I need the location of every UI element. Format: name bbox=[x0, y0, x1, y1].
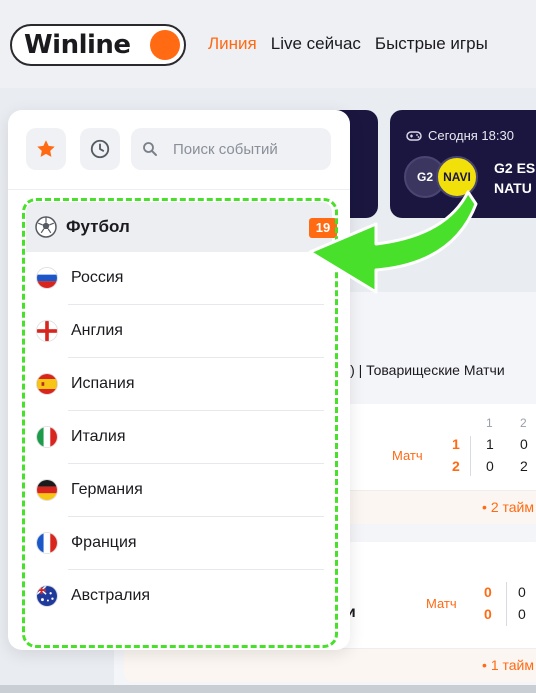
match-status: • 1 тайм bbox=[482, 657, 534, 673]
winline-logo[interactable]: Winline bbox=[10, 24, 186, 66]
country-label: Италия bbox=[71, 428, 126, 445]
gamepad-icon bbox=[406, 130, 422, 141]
team1-period1: 0 bbox=[518, 584, 526, 600]
team2-name: NATU bbox=[494, 180, 532, 196]
country-item-england[interactable]: Англия bbox=[26, 305, 332, 358]
country-list: Россия Англия Испания Италия Германия Фр… bbox=[26, 252, 332, 650]
favorites-button[interactable] bbox=[26, 128, 66, 170]
period-header-1: 1 bbox=[486, 416, 493, 430]
country-item-spain[interactable]: Испания bbox=[26, 358, 332, 411]
search-placeholder: Поиск событий bbox=[173, 141, 278, 158]
country-label: Франция bbox=[71, 534, 137, 551]
england-flag-icon bbox=[36, 320, 58, 342]
logo-text: Winline bbox=[24, 30, 131, 60]
team2-total: 2 bbox=[452, 458, 460, 474]
star-icon bbox=[37, 140, 55, 157]
italy-flag-icon bbox=[36, 426, 58, 448]
search-icon bbox=[143, 142, 157, 156]
team1-total: 0 bbox=[484, 584, 492, 600]
market-label[interactable]: Матч bbox=[392, 448, 423, 463]
country-item-france[interactable]: Франция bbox=[26, 517, 332, 570]
france-flag-icon bbox=[36, 532, 58, 554]
team2-period1: 0 bbox=[486, 458, 494, 474]
team2-total: 0 bbox=[484, 606, 492, 622]
sports-sidebar: Поиск событий Футбол 19 Россия Англия Ис… bbox=[8, 110, 350, 650]
top-header: Winline Линия Live сейчас Быстрые игры bbox=[0, 0, 536, 88]
nav-line[interactable]: Линия bbox=[208, 34, 257, 54]
event-count-badge: 19 bbox=[309, 218, 337, 238]
country-item-italy[interactable]: Италия bbox=[26, 411, 332, 464]
market-label[interactable]: Матч bbox=[426, 596, 457, 611]
country-item-russia[interactable]: Россия bbox=[26, 252, 332, 305]
history-button[interactable] bbox=[80, 128, 120, 170]
match-time-text: Сегодня 18:30 bbox=[428, 128, 514, 143]
team2-period1: 0 bbox=[518, 606, 526, 622]
russia-flag-icon bbox=[36, 267, 58, 289]
featured-match-card[interactable]: Сегодня 18:30 G2 NAVI G2 ES NATU bbox=[390, 110, 536, 218]
sidebar-toolbar: Поиск событий bbox=[8, 110, 350, 190]
country-label: Австралия bbox=[71, 587, 151, 604]
country-item-germany[interactable]: Германия bbox=[26, 464, 332, 517]
spain-flag-icon bbox=[36, 373, 58, 395]
period-header-2: 2 bbox=[520, 416, 527, 430]
match-time: Сегодня 18:30 bbox=[406, 128, 514, 143]
team1-name: G2 ES bbox=[494, 160, 536, 176]
logo-dot-icon bbox=[150, 30, 180, 60]
soccer-ball-icon bbox=[35, 216, 57, 238]
team2-logo: NAVI bbox=[436, 156, 478, 198]
score-divider bbox=[506, 582, 507, 626]
tournament-title[interactable]: ы) | Товарищеские Матчи bbox=[340, 362, 505, 378]
sport-label: Футбол bbox=[66, 217, 130, 236]
country-label: Испания bbox=[71, 375, 135, 392]
nav-live[interactable]: Live сейчас bbox=[271, 34, 361, 54]
country-label: Германия bbox=[71, 481, 143, 498]
team1-total: 1 bbox=[452, 436, 460, 452]
search-box[interactable]: Поиск событий bbox=[131, 128, 331, 170]
match-status: • 2 тайм bbox=[482, 499, 534, 515]
country-item-australia[interactable]: Австралия bbox=[26, 570, 332, 623]
main-nav: Линия Live сейчас Быстрые игры bbox=[208, 34, 488, 54]
sport-item-football[interactable]: Футбол 19 bbox=[26, 202, 337, 252]
team2-period2: 2 bbox=[520, 458, 528, 474]
nav-fast-games[interactable]: Быстрые игры bbox=[375, 34, 488, 54]
team1-period1: 1 bbox=[486, 436, 494, 452]
country-label: Англия bbox=[71, 322, 123, 339]
event-footer: • 1 тайм bbox=[124, 648, 536, 682]
clock-icon bbox=[90, 139, 110, 159]
australia-flag-icon bbox=[36, 585, 58, 607]
team1-period2: 0 bbox=[520, 436, 528, 452]
country-label: Россия bbox=[71, 269, 124, 286]
score-divider bbox=[470, 436, 471, 476]
germany-flag-icon bbox=[36, 479, 58, 501]
horizontal-scrollbar[interactable] bbox=[0, 685, 536, 693]
